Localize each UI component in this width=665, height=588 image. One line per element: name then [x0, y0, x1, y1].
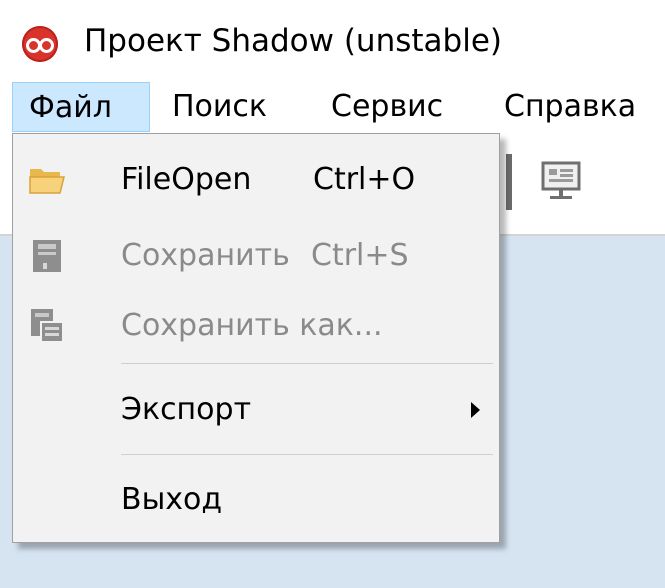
- menu-item-save-as[interactable]: Сохранить как...: [13, 290, 499, 362]
- menu-item-exit[interactable]: Выход: [13, 464, 499, 536]
- title-bar: Проект Shadow (unstable): [0, 0, 665, 82]
- menu-separator: [121, 363, 493, 364]
- menu-item-shortcut: Ctrl+S: [311, 238, 409, 273]
- window-title: Проект Shadow (unstable): [84, 23, 502, 59]
- save-icon: [33, 240, 61, 272]
- toolbar-separator: [506, 154, 512, 210]
- menu-item-label: Сохранить как...: [121, 308, 383, 343]
- menu-help[interactable]: Справка: [504, 82, 636, 132]
- menu-item-label: FileOpen: [121, 162, 252, 197]
- toolbar-button[interactable]: [540, 160, 582, 202]
- menu-search[interactable]: Поиск: [172, 82, 267, 132]
- menu-bar: Файл Поиск Сервис Справка: [0, 82, 665, 134]
- menu-item-label: Сохранить: [121, 238, 290, 273]
- menu-item-label: Выход: [121, 482, 223, 517]
- save-as-icon: [31, 309, 64, 343]
- menu-separator: [121, 454, 493, 455]
- file-menu-dropdown: FileOpen Ctrl+O Сохранить Ctrl+S Сохрани…: [12, 133, 500, 543]
- menu-item-shortcut: Ctrl+O: [313, 162, 416, 197]
- menu-item-export[interactable]: Экспорт: [13, 374, 499, 446]
- folder-open-icon: [29, 169, 65, 194]
- menu-item-file-open[interactable]: FileOpen Ctrl+O: [13, 144, 499, 216]
- submenu-arrow-icon: [471, 402, 480, 418]
- menu-service[interactable]: Сервис: [331, 82, 443, 132]
- menu-file[interactable]: Файл: [12, 82, 150, 132]
- menu-item-save[interactable]: Сохранить Ctrl+S: [13, 220, 499, 292]
- menu-item-label: Экспорт: [121, 392, 252, 427]
- app-logo-icon: [22, 26, 58, 62]
- presentation-icon: [541, 161, 581, 199]
